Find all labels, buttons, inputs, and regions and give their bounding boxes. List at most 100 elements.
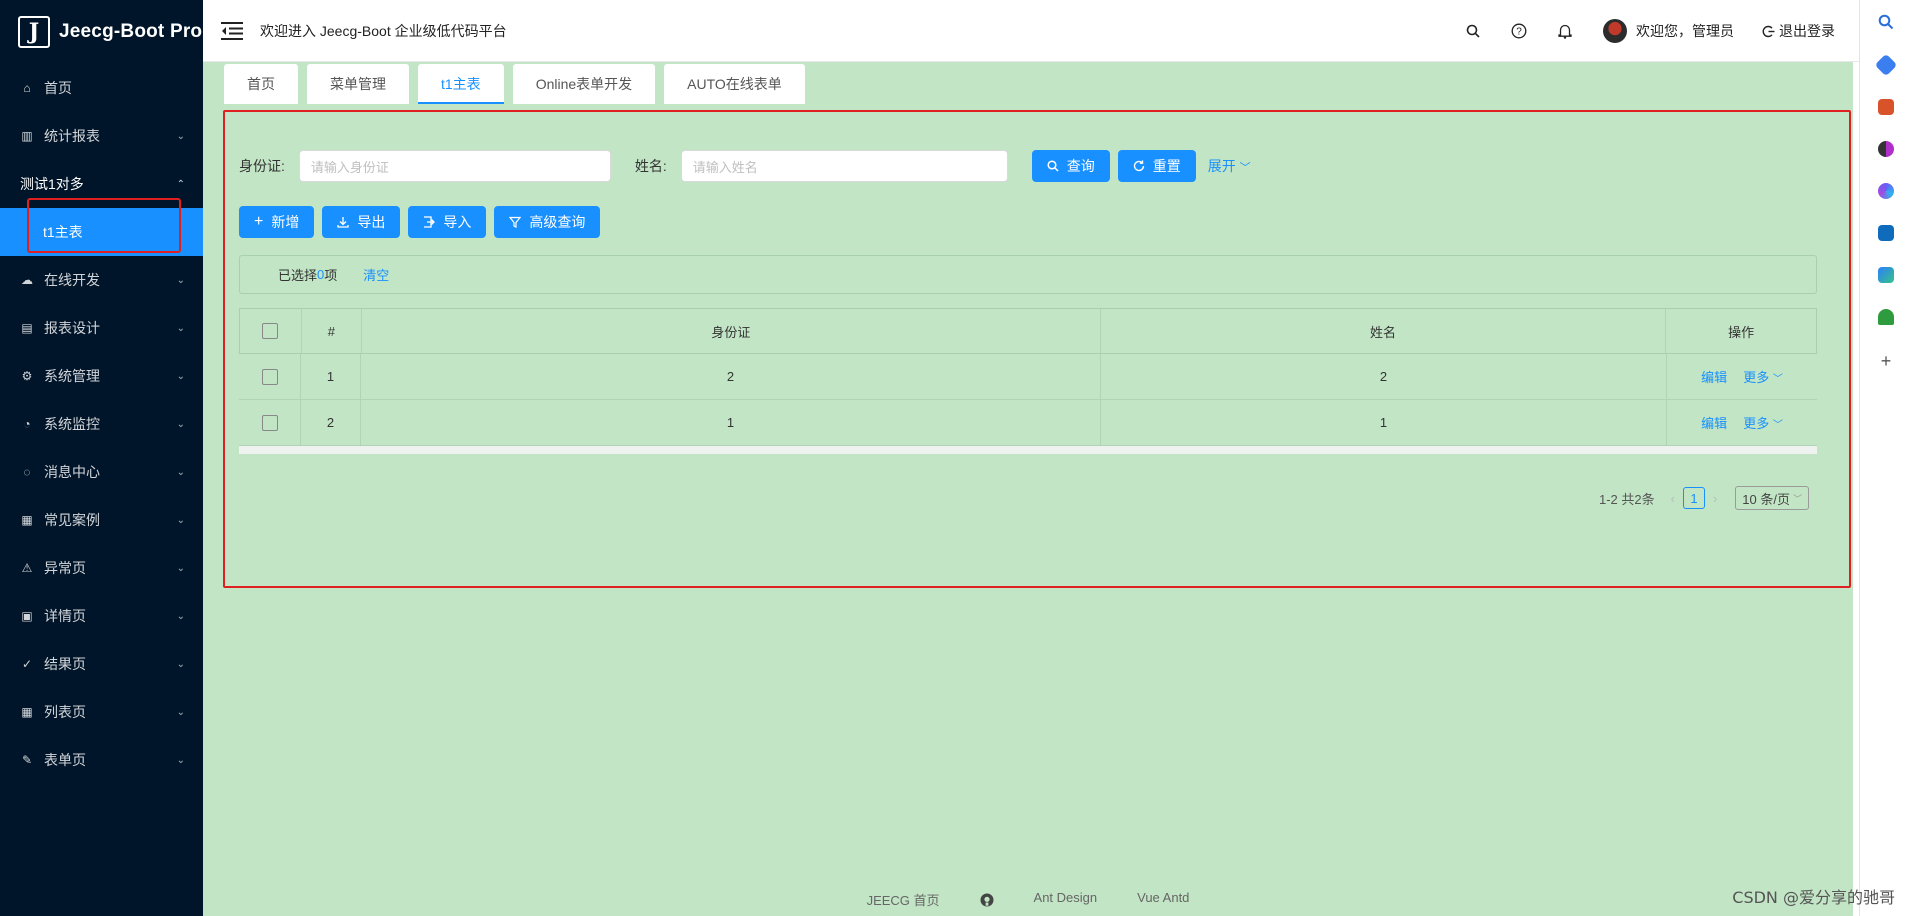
chevron-down-icon: ⌄ <box>176 610 185 622</box>
sidebar-item-label: 详情页 <box>44 608 86 624</box>
reset-button[interactable]: 重置 <box>1117 150 1196 182</box>
user-greeting[interactable]: 欢迎您，管理员 <box>1636 21 1734 41</box>
chevron-down-icon: ⌄ <box>176 514 185 526</box>
github-icon[interactable] <box>980 890 994 909</box>
chevron-down-icon: ⌄ <box>176 466 185 478</box>
id-card-label: 身份证: <box>239 158 285 174</box>
logo[interactable]: J Jeecg-Boot Pro <box>0 0 203 64</box>
reset-label: 重置 <box>1152 158 1181 174</box>
advanced-query-button[interactable]: 高级查询 <box>494 206 601 238</box>
export-button[interactable]: 导出 <box>322 206 401 238</box>
sidebar-item-list[interactable]: ▦ 列表页 ⌄ <box>0 688 203 736</box>
import-button[interactable]: 导入 <box>408 206 487 238</box>
main-content: 首页 菜单管理 t1主表 Online表单开发 AUTO在线表单 身份证: 请输… <box>203 62 1853 916</box>
horizontal-scrollbar[interactable] <box>239 446 1817 454</box>
id-card-cell: 1 <box>361 400 1101 445</box>
qrcode-icon: ▦ <box>21 513 33 527</box>
sidebar-item-detail[interactable]: ▣ 详情页 ⌄ <box>0 592 203 640</box>
search-icon <box>1047 160 1059 172</box>
chevron-down-icon: ﹀ <box>1239 162 1251 174</box>
more-dropdown[interactable]: 更多 ﹀ <box>1743 367 1783 386</box>
bell-icon[interactable] <box>1557 23 1573 39</box>
send-icon[interactable] <box>1878 267 1894 283</box>
sidebar-item-result[interactable]: ✓ 结果页 ⌄ <box>0 640 203 688</box>
sidebar-item-examples[interactable]: ▦ 常见案例 ⌄ <box>0 496 203 544</box>
page-number[interactable]: 1 <box>1682 487 1705 509</box>
games-icon[interactable] <box>1878 141 1894 157</box>
warning-icon: ⚠ <box>21 561 33 575</box>
tree-icon[interactable] <box>1878 309 1894 325</box>
page-size-select[interactable]: 10 条/页 ﹀ <box>1735 486 1809 510</box>
row-checkbox[interactable] <box>261 414 278 431</box>
help-icon[interactable]: ? <box>1511 23 1527 39</box>
selection-prefix: 已选择 <box>278 268 318 283</box>
welcome-text: 欢迎进入 Jeecg-Boot 企业级低代码平台 <box>260 22 507 39</box>
logout-button[interactable]: 退出登录 <box>1762 21 1835 41</box>
logout-icon <box>1762 25 1775 38</box>
add-button[interactable]: + 新增 <box>239 206 315 238</box>
edit-link[interactable]: 编辑 <box>1701 413 1727 432</box>
sidebar-item-reports[interactable]: ▥ 统计报表 ⌄ <box>0 112 203 160</box>
chevron-down-icon: ⌄ <box>176 322 185 334</box>
expand-link[interactable]: 展开 ﹀ <box>1208 156 1251 176</box>
column-header[interactable]: 身份证 <box>362 309 1101 353</box>
sidebar-item-online-dev[interactable]: ☁ 在线开发 ⌄ <box>0 256 203 304</box>
row-actions: 编辑 更多 ﹀ <box>1667 400 1817 445</box>
sidebar-item-report-design[interactable]: ▤ 报表设计 ⌄ <box>0 304 203 352</box>
query-button[interactable]: 查询 <box>1031 150 1110 182</box>
copilot-icon[interactable] <box>1878 183 1894 199</box>
top-header: 欢迎进入 Jeecg-Boot 企业级低代码平台 ? 欢迎您，管理员 退出登录 <box>203 0 1859 62</box>
add-icon[interactable]: + <box>1878 352 1894 370</box>
chevron-down-icon: ⌄ <box>176 274 185 286</box>
pagination: 1-2 共2条 ‹ 1 › 10 条/页 ﹀ <box>1599 486 1809 510</box>
tag-icon[interactable] <box>1874 53 1898 77</box>
footer-link-home[interactable]: JEECG 首页 <box>867 890 940 909</box>
tab-menu-management[interactable]: 菜单管理 <box>307 64 409 104</box>
import-label: 导入 <box>443 214 472 230</box>
query-label: 查询 <box>1066 158 1095 174</box>
sidebar-item-system-monitor[interactable]: ◔ 系统监控 ⌄ <box>0 400 203 448</box>
sidebar-item-form[interactable]: ✎ 表单页 ⌄ <box>0 736 203 784</box>
sidebar-item-label: 报表设计 <box>44 320 100 336</box>
sidebar-item-system-admin[interactable]: ⚙ 系统管理 ⌄ <box>0 352 203 400</box>
menu-fold-icon[interactable] <box>221 21 243 40</box>
avatar[interactable] <box>1603 19 1627 43</box>
row-checkbox[interactable] <box>261 368 278 385</box>
tab-online-form-dev[interactable]: Online表单开发 <box>512 64 656 104</box>
row-index: 1 <box>301 354 361 399</box>
chevron-up-icon: ⌃ <box>176 178 185 190</box>
chevron-down-icon: ﹀ <box>1772 374 1783 385</box>
more-label: 更多 <box>1743 416 1770 431</box>
clear-selection-link[interactable]: 清空 <box>363 265 389 284</box>
name-input[interactable]: 请输入姓名 <box>680 150 1008 182</box>
select-all-checkbox[interactable] <box>262 323 279 339</box>
name-cell: 2 <box>1101 354 1667 399</box>
search-icon[interactable] <box>1465 23 1481 39</box>
outlook-icon[interactable] <box>1878 225 1894 241</box>
id-card-input[interactable]: 请输入身份证 <box>298 150 611 182</box>
tab-auto-online-form[interactable]: AUTO在线表单 <box>664 64 805 104</box>
chevron-down-icon: ⌄ <box>176 370 185 382</box>
export-label: 导出 <box>357 214 386 230</box>
column-header: 操作 <box>1728 324 1755 340</box>
edit-link[interactable]: 编辑 <box>1701 367 1727 386</box>
area-chart-icon: ▤ <box>21 321 33 335</box>
message-icon: ◌ <box>23 465 31 479</box>
sidebar-item-label: 统计报表 <box>44 128 100 144</box>
sidebar-item-exception[interactable]: ⚠ 异常页 ⌄ <box>0 544 203 592</box>
tab-home[interactable]: 首页 <box>224 64 298 104</box>
search-icon[interactable] <box>1878 14 1894 30</box>
next-page-icon[interactable]: › <box>1713 491 1717 506</box>
tab-t1-main[interactable]: t1主表 <box>418 64 504 104</box>
prev-page-icon[interactable]: ‹ <box>1671 491 1675 506</box>
footer-link-antd[interactable]: Ant Design <box>1034 890 1098 909</box>
toolbox-icon[interactable] <box>1878 99 1894 115</box>
highlight-box-content: 身份证: 请输入身份证 姓名: 请输入姓名 查询 重置 展开 ﹀ + 新增 导出… <box>223 110 1851 588</box>
sidebar-item-home[interactable]: ⌂ 首页 <box>0 64 203 112</box>
cloud-icon: ☁ <box>21 273 33 287</box>
page-size-label: 10 条/页 <box>1742 491 1790 507</box>
footer-link-vue-antd[interactable]: Vue Antd <box>1137 890 1189 909</box>
more-dropdown[interactable]: 更多 ﹀ <box>1743 413 1783 432</box>
column-header[interactable]: 姓名 <box>1101 309 1667 353</box>
sidebar-item-message-center[interactable]: ◌ 消息中心 ⌄ <box>0 448 203 496</box>
